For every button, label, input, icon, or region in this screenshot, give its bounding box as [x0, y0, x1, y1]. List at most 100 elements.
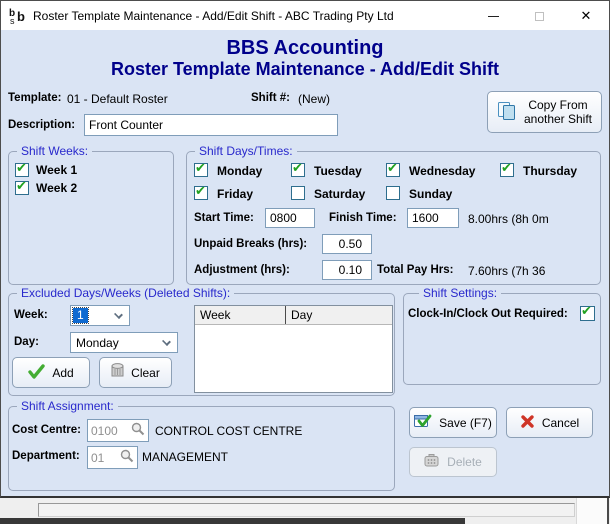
close-button[interactable]: ✕ [562, 1, 610, 31]
description-label: Description: [8, 119, 75, 131]
app-title: BBS Accounting [0, 37, 610, 60]
excluded-week-label: Week: [14, 309, 48, 321]
grey-delete-icon [424, 454, 440, 471]
cancel-button[interactable]: Cancel [506, 407, 593, 438]
week1-checkbox[interactable] [15, 163, 29, 177]
shift-assignment-legend: Shift Assignment: [17, 399, 118, 414]
tuesday-checkbox[interactable] [291, 163, 305, 177]
week2-label: Week 2 [36, 181, 77, 195]
add-button-label: Add [52, 366, 73, 380]
wednesday-label: Wednesday [409, 164, 475, 178]
total-pay-label: Total Pay Hrs: [377, 264, 453, 276]
minimize-button[interactable] [470, 1, 516, 31]
department-code: 01 [91, 451, 104, 465]
cancel-button-label: Cancel [542, 416, 579, 430]
thursday-label: Thursday [523, 164, 577, 178]
column-header-day: Day [286, 306, 392, 324]
green-check-icon [28, 364, 45, 382]
delete-button-label: Delete [447, 455, 482, 469]
finish-time-label: Finish Time: [329, 212, 397, 224]
screen: b s b Roster Template Maintenance - Add/… [0, 0, 610, 524]
excluded-day-dropdown[interactable]: Monday [70, 332, 178, 353]
excluded-day-value: Monday [76, 336, 119, 350]
adjustment-input[interactable] [322, 260, 372, 280]
cost-centre-field[interactable]: 0100 [87, 419, 149, 442]
excluded-shifts-table-header: Week Day [195, 306, 392, 325]
shift-days-legend: Shift Days/Times: [195, 144, 297, 159]
excluded-day-label: Day: [14, 336, 39, 348]
tuesday-label: Tuesday [314, 164, 362, 178]
unpaid-breaks-label: Unpaid Breaks (hrs): [194, 238, 307, 250]
friday-checkbox[interactable] [194, 186, 208, 200]
magnifier-icon[interactable] [131, 422, 145, 439]
clear-button-label: Clear [131, 366, 160, 380]
clock-in-out-label: Clock-In/Clock Out Required: [408, 308, 568, 320]
excluded-week-dropdown[interactable]: 1 [70, 305, 130, 326]
grey-bin-icon [111, 363, 124, 382]
save-button-label: Save (F7) [439, 416, 492, 430]
window-title: Roster Template Maintenance - Add/Edit S… [33, 1, 394, 31]
excluded-shifts-table[interactable]: Week Day [194, 305, 393, 393]
close-icon: ✕ [581, 8, 592, 24]
department-field[interactable]: 01 [87, 446, 138, 469]
wednesday-checkbox[interactable] [386, 163, 400, 177]
minimize-icon [488, 16, 499, 17]
template-label: Template: [8, 92, 61, 104]
background-scrollbar [576, 498, 607, 524]
svg-text:s: s [10, 16, 15, 26]
save-check-icon [414, 413, 432, 432]
shift-weeks-legend: Shift Weeks: [17, 144, 92, 159]
monday-checkbox[interactable] [194, 163, 208, 177]
shift-number-label: Shift #: [251, 92, 290, 104]
copy-from-shift-button[interactable]: Copy From another Shift [487, 91, 602, 133]
background-window-edge [607, 498, 609, 524]
monday-label: Monday [217, 164, 262, 178]
department-name: MANAGEMENT [142, 450, 228, 464]
department-label: Department: [12, 450, 80, 462]
maximize-icon [535, 12, 544, 21]
template-value: 01 - Default Roster [67, 92, 168, 106]
maximize-button[interactable] [516, 1, 562, 31]
sunday-checkbox[interactable] [386, 186, 400, 200]
title-bar: b s b Roster Template Maintenance - Add/… [0, 0, 610, 30]
cost-centre-label: Cost Centre: [12, 424, 81, 436]
status-panel [38, 503, 575, 517]
start-time-input[interactable] [265, 208, 315, 228]
shift-duration-text: 8.00hrs (8h 0m [468, 212, 599, 226]
cost-centre-code: 0100 [91, 424, 118, 438]
unpaid-breaks-input[interactable] [322, 234, 372, 254]
save-button[interactable]: Save (F7) [409, 407, 497, 438]
shift-settings-legend: Shift Settings: [419, 286, 501, 301]
start-time-label: Start Time: [194, 212, 254, 224]
background-status-bar [0, 498, 610, 524]
week1-label: Week 1 [36, 163, 77, 177]
thursday-checkbox[interactable] [500, 163, 514, 177]
total-pay-text: 7.60hrs (7h 36 [468, 264, 599, 278]
sunday-label: Sunday [409, 187, 452, 201]
delete-button[interactable]: Delete [409, 447, 497, 477]
saturday-label: Saturday [314, 187, 365, 201]
excluded-week-value: 1 [73, 308, 88, 323]
week2-checkbox[interactable] [15, 181, 29, 195]
friday-label: Friday [217, 187, 253, 201]
chevron-down-icon [114, 310, 123, 319]
shift-number-value: (New) [298, 92, 330, 106]
screen-artifact [0, 518, 465, 524]
bbs-logo-icon: b s b [9, 7, 28, 29]
saturday-checkbox[interactable] [291, 186, 305, 200]
cost-centre-name: CONTROL COST CENTRE [155, 424, 302, 438]
shift-settings-group: Shift Settings: [403, 293, 601, 385]
clock-in-out-checkbox[interactable] [580, 306, 595, 321]
add-button[interactable]: Add [12, 357, 90, 388]
column-header-week: Week [195, 306, 286, 324]
svg-text:b: b [17, 9, 25, 24]
description-input[interactable] [84, 114, 338, 136]
page-title: Roster Template Maintenance - Add/Edit S… [0, 59, 610, 80]
clear-button[interactable]: Clear [99, 357, 172, 388]
red-x-icon [520, 414, 535, 432]
shift-assignment-group: Shift Assignment: [8, 406, 395, 491]
finish-time-input[interactable] [407, 208, 459, 228]
chevron-down-icon [162, 337, 171, 346]
adjustment-label: Adjustment (hrs): [194, 264, 290, 276]
magnifier-icon[interactable] [120, 449, 134, 466]
